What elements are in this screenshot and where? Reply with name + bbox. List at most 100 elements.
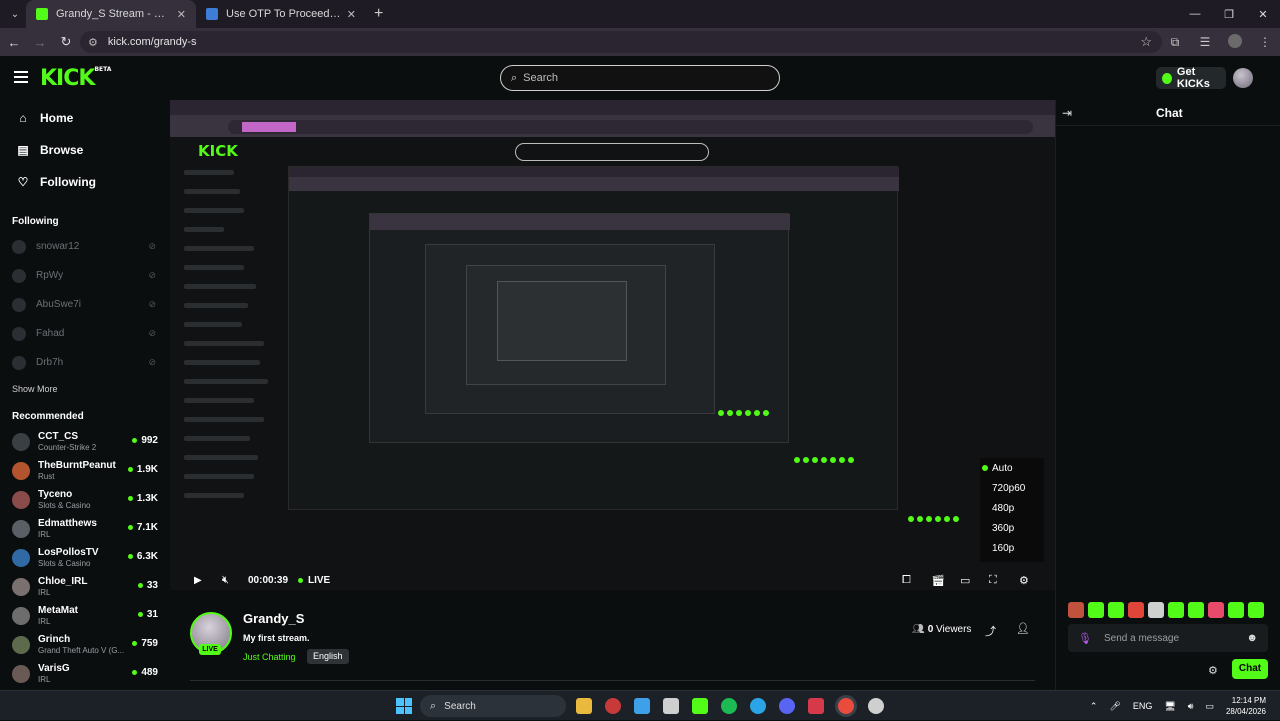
following-channel[interactable]: Drb7h ⊘ — [0, 348, 170, 377]
volume-icon[interactable]: 🔊︎ — [1188, 701, 1194, 712]
emote-icon[interactable] — [1068, 602, 1084, 618]
emote-icon[interactable] — [1148, 602, 1164, 618]
channel-name: Chloe_IRL — [38, 575, 88, 587]
pocket-icon[interactable] — [808, 698, 824, 714]
clip-icon[interactable]: 🎬︎ — [931, 574, 945, 587]
get-kicks-button[interactable]: Get KICKs — [1156, 66, 1226, 90]
kick-logo[interactable]: KICKBETA — [40, 66, 111, 91]
app-white-icon[interactable] — [868, 698, 884, 714]
media-controls-icon[interactable]: ☰ — [1190, 35, 1220, 49]
emote-icon[interactable] — [1208, 602, 1224, 618]
recommended-channel[interactable]: Tyceno Slots & Casino 1.3K — [0, 485, 170, 514]
quality-option-480p[interactable]: 480p — [980, 498, 1044, 518]
emote-icon[interactable] — [1108, 602, 1124, 618]
microphone-icon[interactable]: 🎙︎ — [1078, 632, 1092, 645]
forward-icon[interactable]: → — [28, 35, 52, 50]
site-info-icon[interactable]: ⚙ — [88, 36, 98, 49]
address-bar[interactable]: ⚙ kick.com/grandy-s ☆ — [80, 31, 1162, 53]
show-hidden-icons-icon[interactable]: ⌃ — [1090, 701, 1098, 712]
bookmark-star-icon[interactable]: ☆ — [1140, 34, 1152, 50]
following-channel[interactable]: RpWy ⊘ — [0, 261, 170, 290]
maximize-icon[interactable]: ❐ — [1212, 0, 1246, 28]
copilot-icon[interactable] — [634, 698, 650, 714]
following-channel[interactable]: AbuSwe7i ⊘ — [0, 290, 170, 319]
profile-icon[interactable] — [1220, 33, 1250, 51]
new-tab-icon[interactable]: + — [374, 5, 383, 23]
windows-start-icon[interactable] — [396, 698, 412, 714]
edge-icon[interactable] — [750, 698, 766, 714]
browser-menu-icon[interactable]: ⋮ — [1250, 35, 1280, 49]
streamer-name[interactable]: Grandy_S — [243, 611, 304, 626]
spotify-icon[interactable] — [721, 698, 737, 714]
battery-icon[interactable]: ▭ — [1205, 701, 1214, 712]
chat-settings-gear-icon[interactable]: ⚙ — [1208, 664, 1218, 677]
share-icon[interactable]: ⤴ — [985, 623, 996, 639]
follow-user-icon[interactable]: 👤︎ — [1016, 622, 1030, 635]
recommended-channel[interactable]: Edmatthews IRL 7.1K — [0, 514, 170, 543]
system-clock[interactable]: 12:14 PM 28/04/2026 — [1226, 695, 1266, 717]
browser-tab-kick[interactable]: Grandy_S Stream - Watch Live o ✕ — [26, 0, 196, 28]
recommended-channel[interactable]: VarisG IRL 489 — [0, 659, 170, 688]
quality-option-360p[interactable]: 360p — [980, 518, 1044, 538]
discord-icon[interactable] — [779, 698, 795, 714]
app-red-icon[interactable] — [605, 698, 621, 714]
captured-screen-level-3 — [369, 213, 790, 443]
emote-icon[interactable] — [1168, 602, 1184, 618]
quality-option-160p[interactable]: 160p — [980, 538, 1044, 558]
stream-category-link[interactable]: Just Chatting — [243, 652, 296, 662]
file-explorer-icon[interactable] — [576, 698, 592, 714]
live-indicator[interactable]: LIVE — [298, 575, 330, 586]
store-icon[interactable] — [663, 698, 679, 714]
user-avatar[interactable] — [1233, 68, 1253, 88]
following-channel[interactable]: Fahad ⊘ — [0, 319, 170, 348]
recommended-channel[interactable]: CCT_CS Counter-Strike 2 992 — [0, 427, 170, 456]
close-tab-icon[interactable]: ✕ — [347, 8, 356, 21]
microphone-tray-icon[interactable]: 🎤︎ — [1109, 701, 1120, 712]
language-tag[interactable]: English — [307, 649, 349, 664]
video-player[interactable]: KICK — [170, 100, 1055, 590]
search-input[interactable]: ⌕ Search — [500, 65, 780, 91]
nvidia-icon[interactable] — [692, 698, 708, 714]
emote-icon[interactable] — [1228, 602, 1244, 618]
close-tab-icon[interactable]: ✕ — [177, 8, 186, 21]
fullscreen-icon[interactable]: ⛶ — [989, 574, 997, 587]
quality-option-auto[interactable]: Auto — [980, 458, 1044, 478]
theater-mode-icon[interactable]: ▭ — [960, 574, 970, 587]
browser-tab-otp[interactable]: Use OTP To Proceed - osamabi ✕ — [196, 0, 366, 28]
chat-send-button[interactable]: Chat — [1232, 659, 1268, 679]
extensions-icon[interactable]: ⧉ — [1160, 35, 1190, 50]
mute-icon[interactable]: 🔇︎ — [222, 574, 229, 587]
emote-icon[interactable] — [1248, 602, 1264, 618]
recommended-channel[interactable]: TheBurntPeanut Rust 1.9K — [0, 456, 170, 485]
network-icon[interactable]: 🖥︎ — [1164, 701, 1175, 712]
back-icon[interactable]: ← — [2, 35, 26, 50]
recommended-channel[interactable]: Chloe_IRL IRL 33 — [0, 572, 170, 601]
chat-message-input[interactable]: 🎙︎ Send a message ☻ — [1068, 624, 1268, 652]
collapse-chat-icon[interactable]: ⇥ — [1062, 106, 1072, 120]
tab-search-menu-icon[interactable]: ⌄ — [4, 3, 26, 25]
sidebar-item-browse[interactable]: ▤ Browse — [0, 134, 170, 166]
language-indicator[interactable]: ENG — [1133, 701, 1153, 711]
minimize-icon[interactable]: — — [1178, 0, 1212, 28]
following-channel[interactable]: snowar12 ⊘ — [0, 232, 170, 261]
recommended-channel[interactable]: MetaMat IRL 31 — [0, 601, 170, 630]
recommended-channel[interactable]: Grinch Grand Theft Auto V (G... 759 — [0, 630, 170, 659]
emote-icon[interactable] — [1188, 602, 1204, 618]
show-more-link[interactable]: Show More — [0, 377, 170, 401]
settings-gear-icon[interactable]: ⚙ — [1019, 574, 1029, 587]
emote-icon[interactable] — [1128, 602, 1144, 618]
recommended-channel[interactable]: LosPollosTV Slots & Casino 6.3K — [0, 543, 170, 572]
sidebar-item-following[interactable]: ♡ Following — [0, 166, 170, 198]
play-icon[interactable]: ▶ — [194, 575, 202, 586]
close-window-icon[interactable]: ✕ — [1246, 0, 1280, 28]
viewers-number: 0 — [927, 624, 934, 635]
hamburger-menu-icon[interactable] — [14, 71, 28, 86]
emoji-picker-icon[interactable]: ☻ — [1246, 632, 1258, 644]
quality-option-720p60[interactable]: 720p60 — [980, 478, 1044, 498]
mini-player-icon[interactable]: ⧠ — [902, 574, 911, 587]
reload-icon[interactable]: ↻ — [54, 34, 78, 50]
taskbar-search[interactable]: ⌕ Search — [420, 695, 566, 717]
sidebar-item-home[interactable]: ⌂ Home — [0, 102, 170, 134]
emote-icon[interactable] — [1088, 602, 1104, 618]
chrome-icon[interactable] — [838, 698, 854, 714]
